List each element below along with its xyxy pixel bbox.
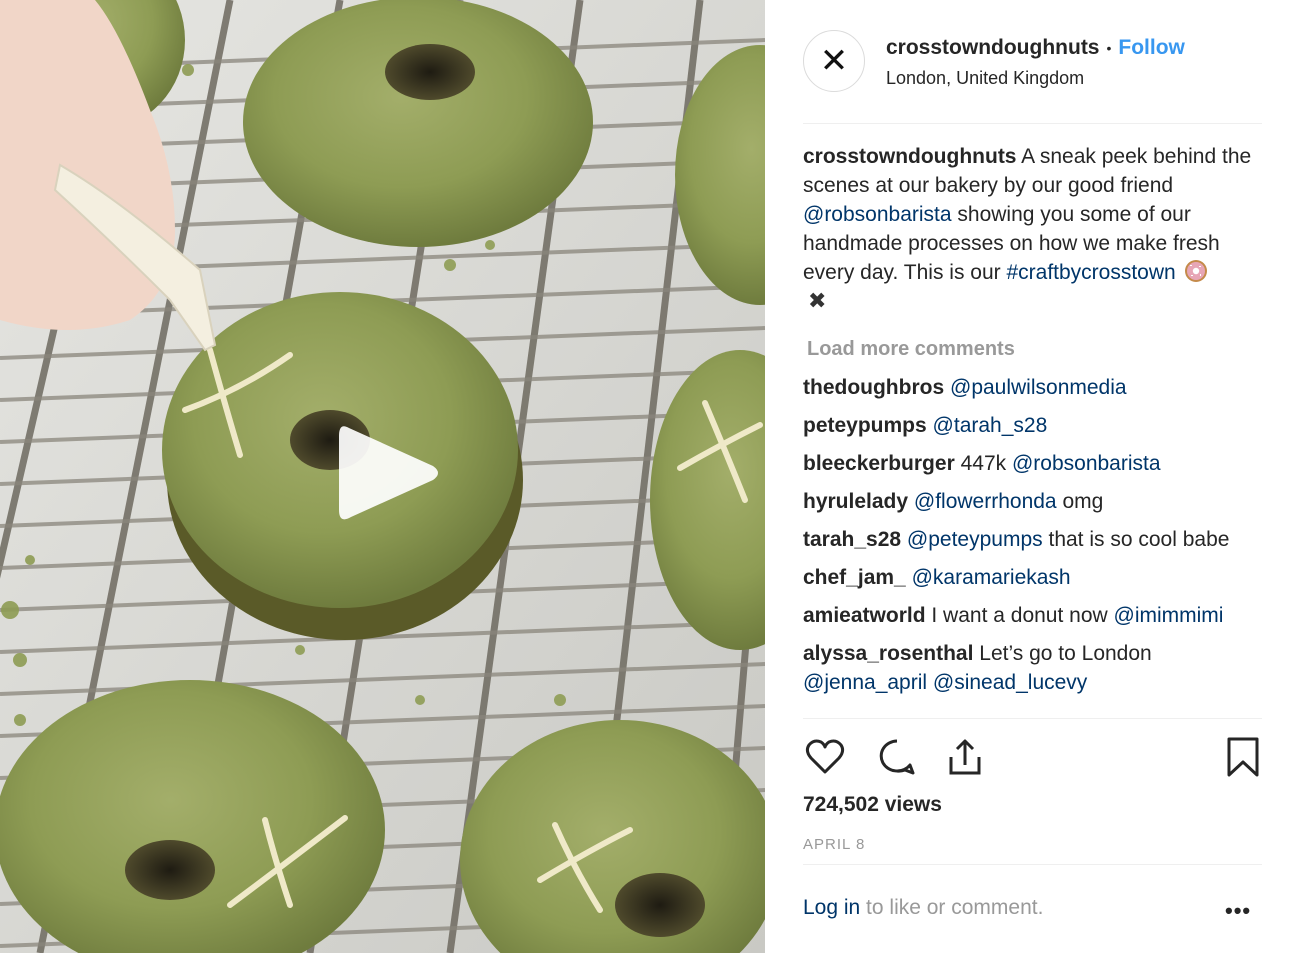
comment-bubble-icon: [879, 739, 915, 775]
caption-mention[interactable]: @robsonbarista: [803, 203, 952, 226]
comment-username[interactable]: peteypumps: [803, 414, 927, 437]
comment-mention[interactable]: @flowerrhonda: [914, 490, 1057, 513]
comment-button[interactable]: [875, 735, 919, 779]
comment-username[interactable]: chef_jam_: [803, 566, 906, 589]
comment-mention[interactable]: @jenna_april @sinead_lucevy: [803, 671, 1087, 694]
comment-row: bleeckerburger 447k @robsonbarista: [803, 449, 1268, 478]
comment-text-pre: I want a donut now: [931, 604, 1114, 627]
x-mark-icon: ✖: [808, 289, 827, 314]
comment-mention[interactable]: @robsonbarista: [1012, 452, 1161, 475]
post-date[interactable]: APRIL 8: [803, 836, 865, 853]
comment-username[interactable]: tarah_s28: [803, 528, 901, 551]
header-text: crosstowndoughnuts • Follow London, Unit…: [886, 35, 1185, 89]
login-prompt: Log in to like or comment.: [803, 896, 1043, 920]
comments-list[interactable]: crosstowndoughnuts A sneak peek behind t…: [803, 142, 1268, 718]
separator-dot: •: [1106, 40, 1112, 56]
log-in-link[interactable]: Log in: [803, 896, 860, 919]
comment-username[interactable]: bleeckerburger: [803, 452, 955, 475]
play-button[interactable]: [335, 418, 443, 528]
more-options-button[interactable]: •••: [1225, 898, 1251, 924]
footer-divider: [803, 864, 1262, 865]
comment-row: chef_jam_ @karamariekash: [803, 563, 1268, 592]
post-caption: crosstowndoughnuts A sneak peek behind t…: [803, 142, 1268, 316]
avatar[interactable]: ✕: [803, 30, 865, 92]
doughnut-icon: [1184, 260, 1207, 282]
save-button[interactable]: [1221, 735, 1265, 779]
comment-username[interactable]: alyssa_rosenthal: [803, 642, 973, 665]
share-button[interactable]: [943, 735, 987, 779]
comment-username[interactable]: hyrulelady: [803, 490, 908, 513]
post-side-panel: ✕ crosstowndoughnuts • Follow London, Un…: [765, 0, 1300, 953]
load-more-comments-button[interactable]: Load more comments: [807, 334, 1268, 364]
comment-username[interactable]: amieatworld: [803, 604, 926, 627]
post-video[interactable]: [0, 0, 765, 953]
comments-divider: [803, 718, 1262, 719]
bookmark-icon: [1227, 737, 1259, 777]
comment-mention[interactable]: @tarah_s28: [933, 414, 1048, 437]
comment-row: peteypumps @tarah_s28: [803, 411, 1268, 440]
comment-text-post: that is so cool babe: [1042, 528, 1230, 551]
avatar-x-logo: ✕: [819, 41, 849, 81]
action-bar: [803, 735, 1265, 781]
comment-mention[interactable]: @paulwilsonmedia: [950, 376, 1127, 399]
comment-row: thedoughbros @paulwilsonmedia: [803, 373, 1268, 402]
login-prompt-text: to like or comment.: [860, 896, 1044, 919]
comment-row: hyrulelady @flowerrhonda omg: [803, 487, 1268, 516]
heart-icon: [805, 739, 845, 774]
comment-row: amieatworld I want a donut now @imimmimi: [803, 601, 1268, 630]
header-row: crosstowndoughnuts • Follow: [886, 35, 1185, 61]
follow-button[interactable]: Follow: [1118, 36, 1185, 60]
comment-text-post: omg: [1056, 490, 1104, 513]
play-icon: [339, 426, 438, 520]
post-location[interactable]: London, United Kingdom: [886, 68, 1185, 89]
comment-text-pre: 447k: [960, 452, 1012, 475]
caption-hashtag[interactable]: #craftbycrosstown: [1006, 261, 1175, 284]
comment-row: tarah_s28 @peteypumps that is so cool ba…: [803, 525, 1268, 554]
caption-username[interactable]: crosstowndoughnuts: [803, 145, 1017, 168]
comment-mention[interactable]: @karamariekash: [912, 566, 1071, 589]
comment-mention[interactable]: @imimmimi: [1114, 604, 1224, 627]
comment-username[interactable]: thedoughbros: [803, 376, 944, 399]
comment-row: alyssa_rosenthal Let’s go to London @jen…: [803, 639, 1268, 697]
share-icon: [949, 739, 981, 775]
comment-entries: thedoughbros @paulwilsonmedia peteypumps …: [803, 373, 1268, 697]
header-divider: [803, 123, 1262, 124]
comment-mention[interactable]: @peteypumps: [907, 528, 1043, 551]
view-count[interactable]: 724,502 views: [803, 793, 942, 817]
comment-text-pre: Let’s go to London: [979, 642, 1152, 665]
post-header: ✕ crosstowndoughnuts • Follow London, Un…: [803, 25, 1263, 97]
like-button[interactable]: [803, 735, 847, 779]
post-username[interactable]: crosstowndoughnuts: [886, 36, 1100, 60]
